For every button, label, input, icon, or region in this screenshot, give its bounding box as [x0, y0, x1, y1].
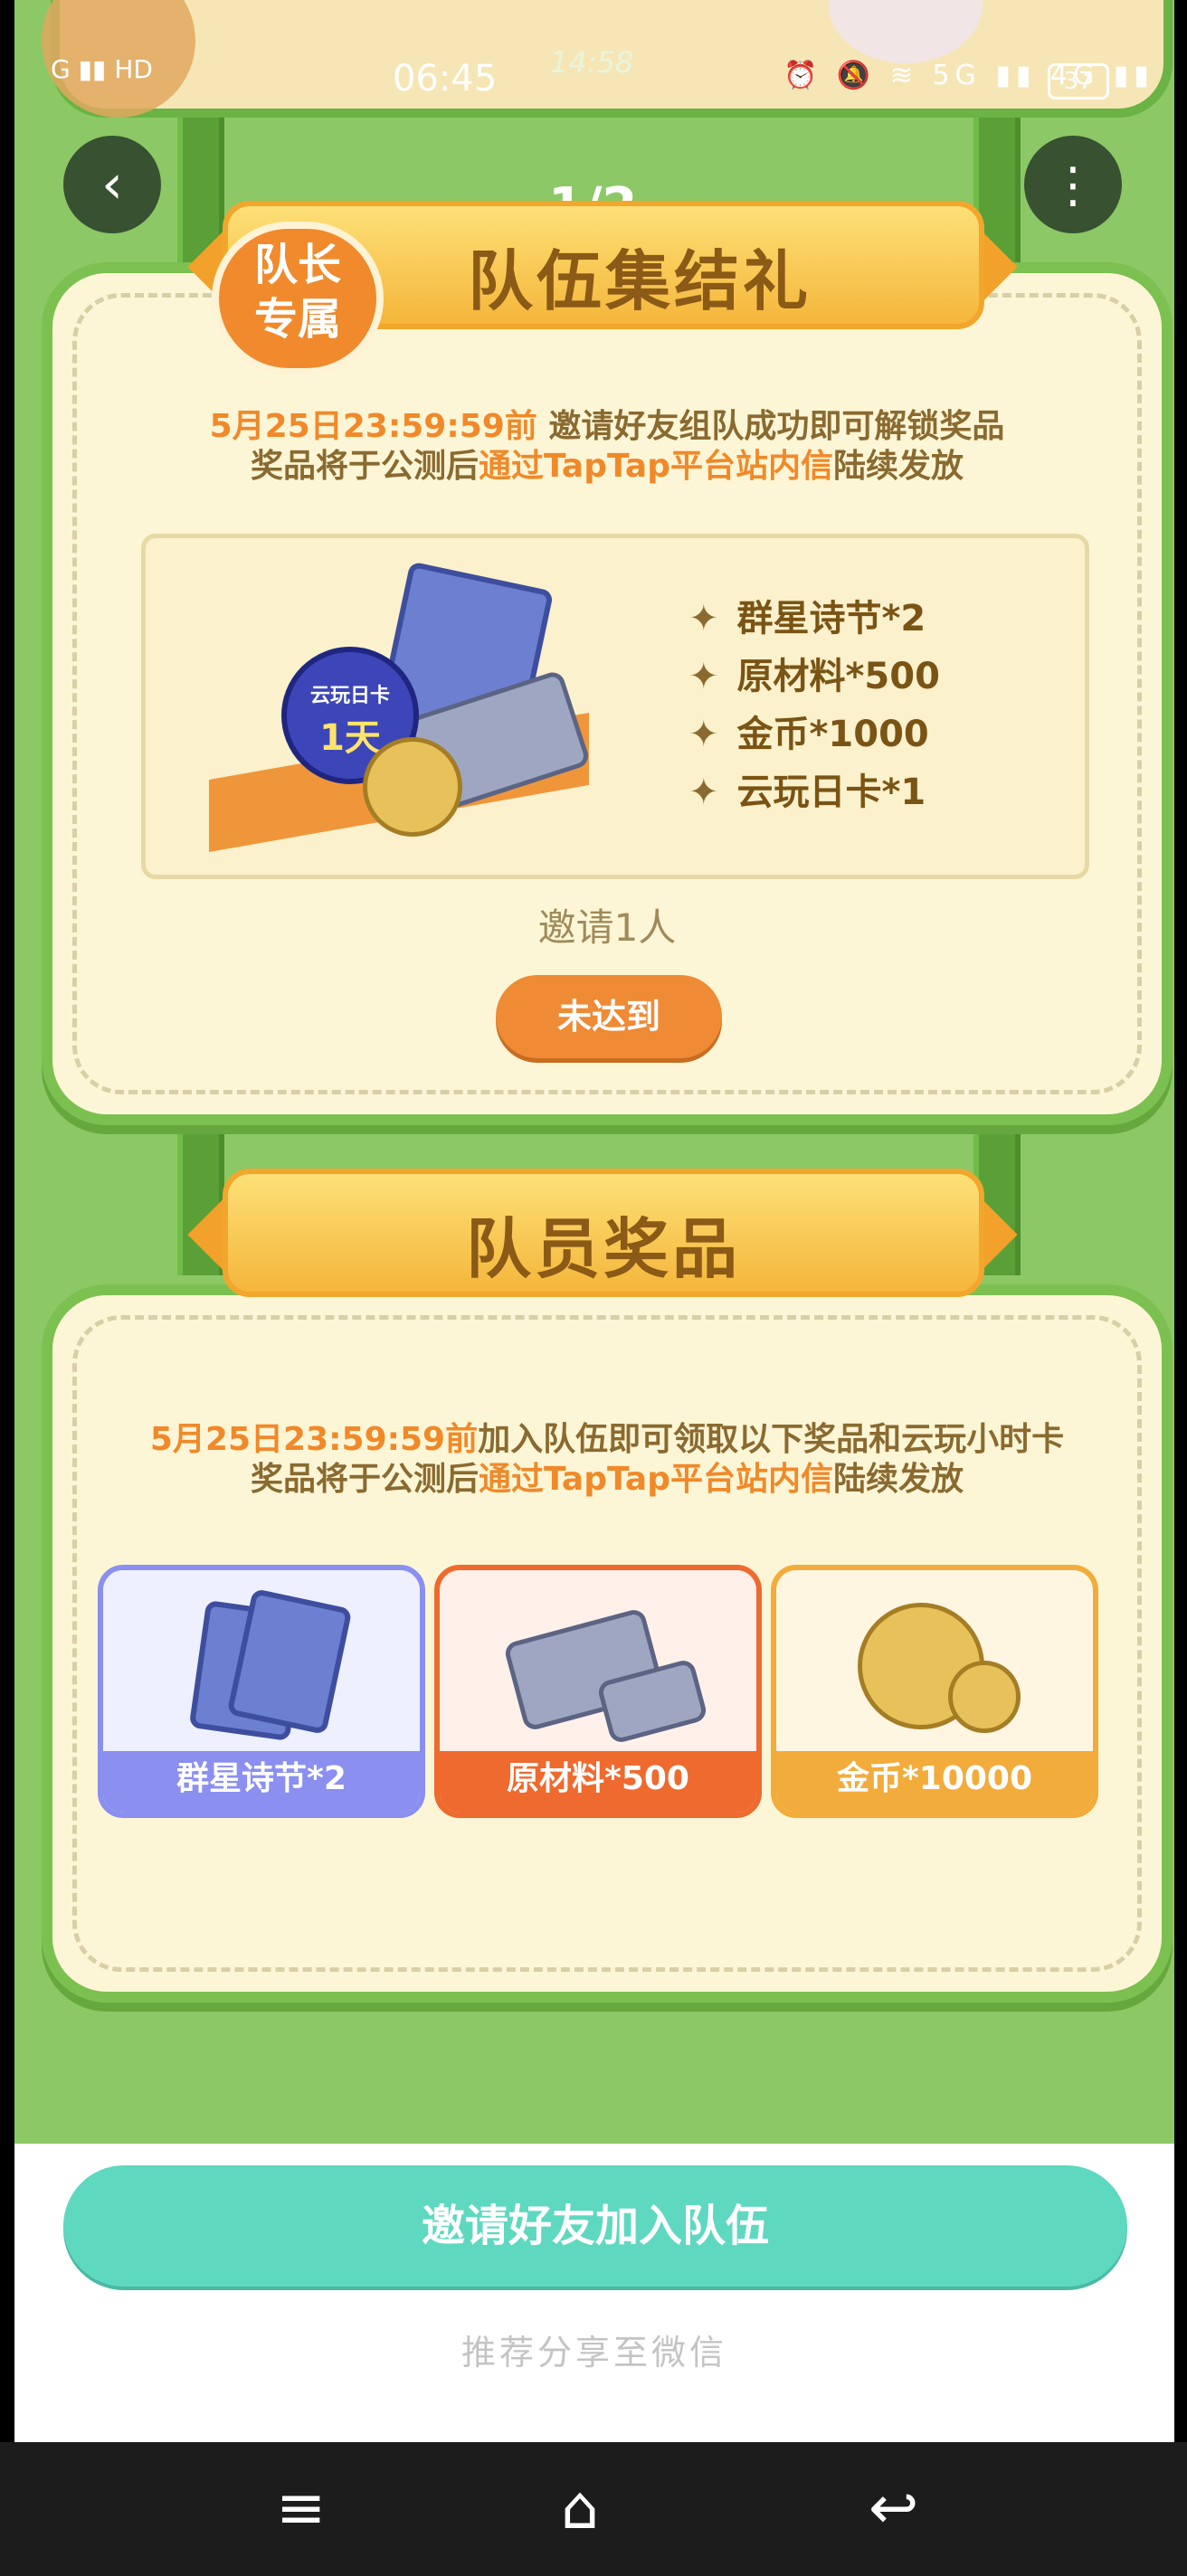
badge-text: 队长 专属	[253, 240, 341, 345]
tile-label: 金币*10000	[776, 1751, 1093, 1813]
invite-count: 邀请1人	[537, 905, 677, 950]
member-title-banner: 队员奖品	[223, 1169, 984, 1297]
reward-item: ✦ 金币*1000	[688, 705, 940, 762]
reward-tile-coin: 金币*10000	[771, 1565, 1098, 1818]
coin-image	[948, 1661, 1021, 1733]
chevron-left-icon: ‹	[101, 153, 123, 216]
app-screen: G ▮▮ HD 06:45 14:58 ⏰ 🔕 ≋ 5G ▮▮ 4G ▮▮ 37…	[14, 0, 1174, 2576]
home-icon[interactable]: ⌂	[561, 2478, 599, 2538]
highlight-text: 通过TapTap平台站内信	[479, 448, 833, 485]
reward-label: 原材料*500	[736, 656, 940, 697]
section-title: 队员奖品	[465, 1211, 741, 1287]
captain-exclusive-badge: 队长 专属	[212, 222, 384, 375]
more-button[interactable]: ⋮	[1024, 136, 1122, 233]
reward-tile-material: 原材料*500	[434, 1565, 762, 1818]
captain-reward-card: 5月25日23:59:59前 邀请好友组队成功即可解锁奖品 奖品将于公测后通过T…	[42, 262, 1173, 1125]
invite-friends-button[interactable]: 邀请好友加入队伍	[63, 2165, 1127, 2287]
reward-label: 金币*1000	[736, 714, 929, 755]
highlight-text: 通过TapTap平台站内信	[479, 1461, 833, 1498]
reward-panel: 云玩日卡 1天 ✦ 群星诗节*2 ✦ 原材料*500 ✦ 金币*1000 ✦ 云玩日卡*…	[141, 534, 1089, 879]
reward-label: 群星诗节*2	[736, 598, 926, 639]
reward-label: 云玩日卡*1	[736, 772, 926, 813]
reward-item: ✦ 云玩日卡*1	[688, 762, 940, 820]
clock: 06:45	[393, 58, 498, 99]
back-icon[interactable]: ↩	[869, 2478, 918, 2538]
system-navigation-bar: ≡ ⌂ ↩	[0, 2442, 1187, 2576]
bottom-action-bar: 邀请好友加入队伍 推荐分享至微信	[14, 2144, 1174, 2442]
sparkle-icon: ✦	[688, 656, 719, 697]
day-card-label: 云玩日卡	[309, 685, 390, 707]
coin-image	[363, 737, 462, 837]
share-hint[interactable]: 推荐分享至微信	[14, 2325, 1174, 2374]
sparkle-icon: ✦	[688, 772, 719, 813]
reward-item: ✦ 原材料*500	[688, 647, 940, 705]
desc-text: 奖品将于公测后	[251, 448, 480, 485]
desc-text: 奖品将于公测后	[251, 1461, 480, 1498]
battery-icon: 37	[1048, 63, 1109, 99]
tile-label: 群星诗节*2	[103, 1751, 420, 1813]
reward-illustration: 云玩日卡 1天	[209, 561, 643, 855]
menu-icon[interactable]: ≡	[276, 2478, 326, 2538]
sparkle-icon: ✦	[688, 598, 719, 639]
desc-text: 陆续发放	[832, 1461, 964, 1498]
more-vertical-icon: ⋮	[1049, 156, 1097, 213]
captain-desc-line2: 奖品将于公测后通过TapTap平台站内信陆续发放	[52, 440, 1162, 487]
desc-text: 陆续发放	[832, 448, 964, 485]
back-button[interactable]: ‹	[63, 136, 161, 233]
reward-list: ✦ 群星诗节*2 ✦ 原材料*500 ✦ 金币*1000 ✦ 云玩日卡*1	[688, 589, 940, 820]
claim-status-button[interactable]: 未达到	[496, 975, 722, 1058]
signal-icon: G ▮▮ HD	[51, 54, 153, 84]
reward-item: ✦ 群星诗节*2	[688, 589, 940, 647]
sparkle-icon: ✦	[688, 714, 719, 755]
member-desc-line2: 奖品将于公测后通过TapTap平台站内信陆续发放	[52, 1453, 1162, 1500]
tile-label: 原材料*500	[440, 1751, 756, 1813]
reward-tile-poem: 群星诗节*2	[98, 1565, 425, 1818]
overlay-clock: 14:58	[550, 45, 634, 80]
